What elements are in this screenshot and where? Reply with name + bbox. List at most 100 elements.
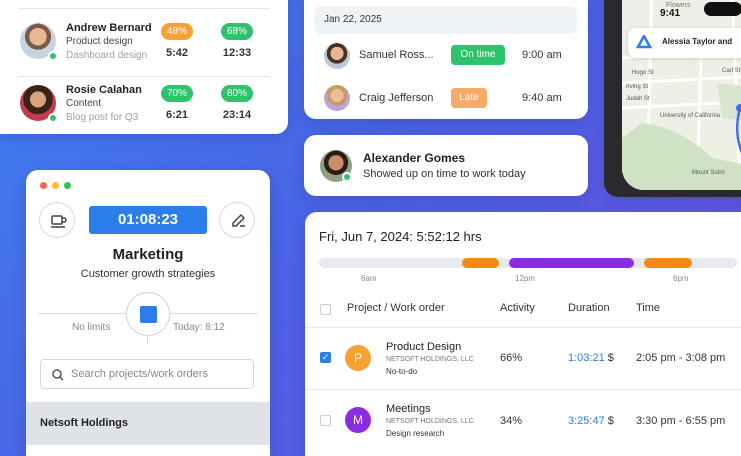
clock-in-time: 9:40 am (522, 92, 562, 104)
column-header: Project / Work order (347, 302, 445, 314)
organization-item[interactable]: Netsoft Holdings (26, 402, 270, 445)
online-status-icon (48, 51, 58, 61)
timer-widget: 01:08:23 Marketing Customer growth strat… (26, 170, 270, 456)
edit-icon (232, 213, 246, 227)
avatar (324, 43, 350, 69)
status-badge: On time (451, 45, 505, 65)
column-header: Time (636, 302, 661, 314)
timeline-segment (644, 258, 692, 268)
project-task: No-to-do (386, 367, 418, 376)
dynamic-island (704, 2, 741, 16)
project-org: NETSOFT HOLDINGS, LLC (386, 356, 474, 363)
stop-icon (140, 306, 157, 323)
divider (147, 336, 148, 344)
activity-badge: 80% (221, 85, 253, 102)
contact-name: Alessia Taylor and (662, 37, 733, 46)
search-placeholder: Search projects/work orders (71, 368, 208, 380)
divider (170, 313, 258, 314)
duration-value: 3:25:47 (568, 415, 605, 427)
team-activity-card: Andrew Bernard Product design Dashboard … (0, 0, 288, 134)
project-name: Product Design (386, 341, 462, 353)
divider (18, 8, 270, 9)
activity-value: 66% (500, 352, 523, 364)
timeline-tick: 12pm (515, 274, 536, 283)
task-title: Customer growth strategies (80, 268, 216, 280)
contact-card[interactable]: Alessia Taylor and (628, 28, 741, 58)
row-checkbox[interactable]: ✓ (320, 352, 331, 363)
today-total: Today: 8:12 (173, 322, 225, 333)
search-icon (52, 369, 64, 381)
map-label: Judah St (626, 96, 650, 102)
map-label: Flowers (666, 2, 691, 9)
time-value: 5:42 (165, 47, 189, 59)
status-bar-time: 9:41 (660, 8, 681, 19)
attendance-date: Jan 22, 2025 (314, 6, 577, 34)
member-role: Content (66, 98, 102, 109)
project-avatar: P (345, 345, 371, 371)
timer-display: 01:08:23 (89, 206, 207, 234)
member-task: Dashboard design (66, 50, 148, 61)
employee-name: Craig Jefferson (359, 92, 434, 104)
project-org: NETSOFT HOLDINGS, LLC (386, 418, 474, 425)
close-dot[interactable] (40, 182, 47, 189)
notification-card[interactable]: Alexander Gomes Showed up on time to wor… (304, 135, 588, 196)
team-member-row[interactable]: Rosie Calahan Content Blog post for Q3 7… (20, 82, 270, 134)
map-label: Carl St (722, 68, 741, 74)
timeline-tick: 6pm (673, 274, 689, 283)
map-label: Mount Sutro (692, 170, 725, 176)
timesheet-title: Fri, Jun 7, 2024: 5:52:12 hrs (319, 229, 482, 244)
project-task: Design research (386, 429, 445, 438)
divider (18, 76, 270, 77)
row-checkbox[interactable] (320, 415, 331, 426)
time-range: 2:05 pm - 3:08 pm (636, 352, 726, 364)
duration-cell[interactable]: 1:03:21 $ (568, 352, 614, 364)
coffee-icon (51, 215, 67, 228)
project-avatar: M (345, 407, 371, 433)
timeline-segment (509, 258, 634, 268)
member-task: Blog post for Q3 (66, 112, 139, 123)
limit-label: No limits (72, 322, 111, 333)
maximize-dot[interactable] (64, 182, 71, 189)
time-range: 3:30 pm - 6:55 pm (636, 415, 726, 427)
notification-message: Showed up on time to work today (363, 168, 526, 180)
online-status-icon (342, 172, 352, 182)
time-value: 6:21 (165, 109, 189, 121)
employee-name: Samuel Ross... (359, 49, 434, 61)
activity-badge: 70% (161, 85, 193, 102)
project-title: Marketing (112, 246, 184, 263)
status-badge: Late (451, 88, 487, 108)
team-member-row[interactable]: Andrew Bernard Product design Dashboard … (20, 20, 270, 72)
divider (305, 389, 741, 390)
member-name: Rosie Calahan (66, 84, 142, 96)
activity-badge: 68% (221, 23, 253, 40)
column-header: Activity (500, 302, 535, 314)
edit-button[interactable] (219, 202, 255, 238)
search-input[interactable]: Search projects/work orders (40, 359, 254, 389)
timeline-segment (462, 258, 499, 268)
divider (305, 327, 741, 328)
map-screen: 9:41 Flowers Alessia Taylor and Hugo St … (622, 0, 741, 190)
map-label: Irving St (626, 84, 649, 90)
divider (38, 313, 126, 314)
select-all-checkbox[interactable] (320, 304, 331, 315)
duration-cell[interactable]: 3:25:47 $ (568, 415, 614, 427)
clock-in-time: 9:00 am (522, 49, 562, 61)
member-name: Andrew Bernard (66, 22, 152, 34)
project-name: Meetings (386, 403, 431, 415)
avatar (324, 85, 350, 111)
time-value: 23:14 (222, 109, 252, 121)
logo-icon (635, 33, 653, 51)
duration-value: 1:03:21 (568, 352, 605, 364)
member-role: Product design (66, 36, 133, 47)
column-header: Duration (568, 302, 610, 314)
map-label: University of California (660, 113, 721, 119)
timeline-tick: 6am (361, 274, 377, 283)
activity-value: 34% (500, 415, 523, 427)
notification-name: Alexander Gomes (363, 151, 466, 165)
coffee-break-button[interactable] (39, 202, 75, 238)
minimize-dot[interactable] (52, 182, 59, 189)
time-value: 12:33 (222, 47, 252, 59)
map-label: Hugo St (632, 70, 654, 76)
stop-timer-button[interactable] (126, 292, 170, 336)
phone-mockup: 9:41 Flowers Alessia Taylor and Hugo St … (604, 0, 741, 197)
